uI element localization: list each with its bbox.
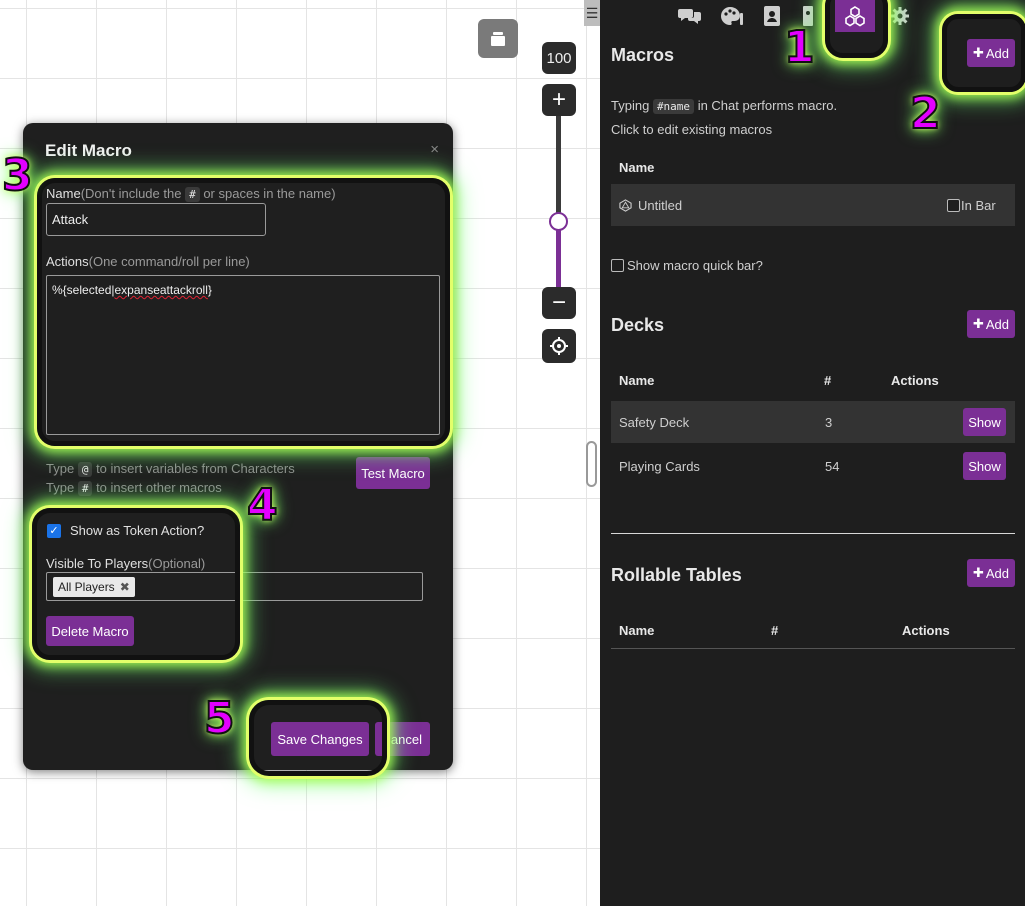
macros-help-line2: Click to edit existing macros <box>611 122 773 137</box>
macro-row[interactable]: Untitled In Bar <box>611 184 1015 226</box>
hint2-suffix: to insert other macros <box>96 480 222 495</box>
annotation-highlight-token-action <box>32 508 240 660</box>
plus-icon: ✚ <box>972 316 984 331</box>
annotation-number: 2 <box>909 87 942 140</box>
layers-icon <box>491 31 505 46</box>
zoom-slider-track[interactable] <box>556 116 561 287</box>
plus-icon: ✚ <box>972 565 984 580</box>
annotation-number: 5 <box>203 692 236 745</box>
annotation-highlight-save <box>249 700 387 776</box>
help-prefix: Typing <box>611 98 650 113</box>
add-deck-label: Add <box>985 316 1010 332</box>
in-bar-label: In Bar <box>961 197 996 213</box>
macro-name: Untitled <box>638 197 683 213</box>
hint1-prefix: Type <box>46 461 75 476</box>
quick-bar-option[interactable]: Show macro quick bar? <box>611 258 763 273</box>
macros-col-name: Name <box>619 160 655 175</box>
recenter-button[interactable] <box>542 329 576 363</box>
hint2-code: # <box>77 481 93 496</box>
chat-icon <box>678 9 701 24</box>
deck-row: Playing Cards 54 Show <box>611 445 1015 487</box>
annotation-number: 1 <box>783 21 816 74</box>
zoom-level-readout: 100 <box>542 42 576 74</box>
quick-bar-label: Show macro quick bar? <box>627 258 763 273</box>
in-bar-toggle[interactable]: In Bar <box>947 184 996 226</box>
layer-toggle-button[interactable] <box>478 19 518 58</box>
add-table-label: Add <box>985 565 1010 581</box>
annotation-highlight-name-actions <box>37 178 450 446</box>
hint-at-variables: Type @ to insert variables from Characte… <box>46 461 295 477</box>
macros-help-line1: Typing #name in Chat performs macro. <box>611 98 838 114</box>
dialog-title: Edit Macro <box>45 141 132 160</box>
deck-count: 54 <box>825 458 840 474</box>
show-deck-button[interactable]: Show <box>963 452 1006 480</box>
close-icon[interactable]: × <box>430 141 439 158</box>
d20-icon <box>619 198 632 212</box>
help-suffix: in Chat performs macro. <box>697 98 838 113</box>
tables-col-actions: Actions <box>902 623 950 638</box>
macros-heading: Macros <box>611 45 675 65</box>
hint1-code: @ <box>77 462 93 477</box>
help-code: #name <box>652 99 695 114</box>
in-bar-checkbox[interactable] <box>947 198 960 212</box>
panel-resize-handle[interactable] <box>586 441 597 487</box>
decks-heading: Decks <box>611 315 665 335</box>
tables-heading: Rollable Tables <box>611 565 742 585</box>
tables-col-name: Name <box>619 623 655 638</box>
zoom-in-button[interactable]: + <box>542 84 576 116</box>
section-divider <box>611 533 1015 534</box>
test-macro-button[interactable]: Test Macro <box>356 457 430 489</box>
decks-col-actions: Actions <box>891 373 939 388</box>
add-table-button[interactable]: ✚ Add <box>967 559 1015 587</box>
decks-col-count: # <box>824 373 832 388</box>
hint1-suffix: to insert variables from Characters <box>96 461 295 476</box>
deck-name: Safety Deck <box>619 414 690 430</box>
tables-col-count: # <box>771 623 779 638</box>
sidebar-panel: Macros ✚ Add Typing #name in Chat perfor… <box>600 0 1025 906</box>
annotation-number: 4 <box>246 479 279 532</box>
annotation-number: 3 <box>1 149 34 202</box>
quick-bar-checkbox[interactable] <box>611 259 624 272</box>
deck-row: Safety Deck 3 Show <box>611 401 1015 443</box>
hint-hash-macros: Type # to insert other macros <box>46 480 222 496</box>
deck-count: 3 <box>825 414 833 430</box>
zoom-slider-handle[interactable] <box>549 212 568 231</box>
tab-chat[interactable] <box>670 0 710 32</box>
annotation-highlight-macros-tab <box>825 0 888 58</box>
table-header-line <box>611 648 1015 649</box>
decks-col-name: Name <box>619 373 655 388</box>
gear-icon <box>891 7 909 25</box>
add-deck-button[interactable]: ✚ Add <box>967 310 1015 338</box>
art-icon <box>721 7 743 25</box>
zoom-slider-fill <box>556 222 561 287</box>
macro-name-cell: Untitled <box>619 184 682 226</box>
show-deck-button[interactable]: Show <box>963 408 1006 436</box>
crosshair-icon <box>550 337 568 355</box>
annotation-highlight-add-macro <box>942 14 1025 92</box>
journal-icon <box>764 6 780 26</box>
hint2-prefix: Type <box>46 480 75 495</box>
deck-name: Playing Cards <box>619 458 700 474</box>
tab-art[interactable] <box>712 0 752 32</box>
menu-toggle-icon[interactable]: ☰ <box>584 0 600 26</box>
zoom-out-button[interactable]: − <box>542 287 576 319</box>
